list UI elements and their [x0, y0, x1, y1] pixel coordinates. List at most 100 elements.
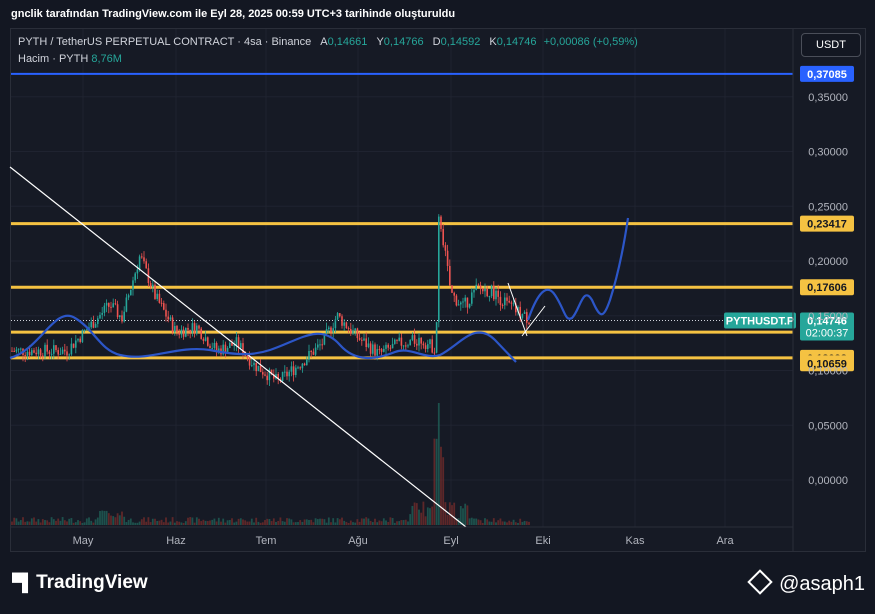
candle-body [202, 338, 205, 341]
volume-bar [182, 522, 185, 525]
volume-bar [261, 522, 264, 525]
volume-bar [173, 522, 176, 525]
candle-body [138, 256, 141, 270]
candle-body [299, 367, 301, 369]
volume-bar [506, 522, 508, 525]
candle-body [15, 349, 18, 352]
volume-bar [433, 438, 436, 525]
candle-body [431, 339, 433, 353]
volume-bar [297, 522, 299, 525]
candle-body [35, 352, 37, 355]
volume-bar [514, 522, 517, 525]
candle-body [446, 250, 449, 266]
y-tick-label: 0,05000 [808, 420, 848, 432]
volume-bar [424, 516, 427, 525]
candle-body [121, 315, 123, 322]
volume-bar [382, 518, 385, 525]
candle-body [330, 327, 332, 333]
volume-bar [349, 520, 352, 525]
volume-bar [35, 521, 38, 525]
candle-body [343, 322, 345, 326]
volume-bar [215, 521, 218, 525]
candle-body [396, 339, 398, 341]
volume-bar [184, 521, 187, 525]
candle-body [336, 313, 339, 320]
volume-bar [528, 521, 530, 525]
volume-bar [442, 457, 445, 525]
volume-bar [266, 518, 269, 525]
price-chart[interactable]: 0,370850,234170,176060,145950,130930,106… [0, 0, 875, 614]
volume-bar [59, 520, 62, 525]
candle-body [418, 337, 420, 346]
candle-body [374, 344, 376, 356]
candle-body [37, 349, 40, 355]
candle-body [11, 350, 13, 352]
volume-bar [22, 517, 24, 525]
volume-bar [88, 517, 90, 525]
candle-body [380, 349, 383, 352]
candle-body [108, 302, 110, 307]
candle-body [160, 302, 163, 304]
x-tick-label: May [73, 535, 94, 547]
candle-body [455, 295, 458, 306]
volume-bar [409, 514, 412, 525]
tradingview-logo[interactable]: ▀▌ TradingView [12, 572, 148, 594]
candle-body [490, 285, 493, 297]
volume-bar [464, 503, 467, 525]
volume-bar [257, 521, 260, 525]
candle-body [24, 355, 26, 357]
candle-body [310, 351, 312, 353]
candle-body [356, 328, 359, 339]
x-tick-label: Kas [626, 535, 645, 547]
candle-body [358, 338, 361, 340]
volume-bar [233, 522, 236, 525]
candle-body [528, 322, 530, 325]
volume-bar [481, 522, 484, 525]
volume-bar [132, 522, 134, 525]
volume-bar [118, 515, 121, 525]
volume-bar [127, 519, 130, 525]
volume-bar [94, 519, 97, 525]
candle-body [444, 245, 447, 251]
volume-bar [475, 518, 478, 525]
currency-button[interactable]: USDT [801, 33, 861, 57]
candle-body [471, 292, 473, 304]
volume-bar [99, 510, 101, 525]
symbol-label: PYTHUSDT.P [726, 316, 794, 328]
volume-bar [391, 518, 394, 525]
candle-body [411, 335, 414, 340]
high-label: Y [376, 36, 384, 48]
candle-body [510, 302, 513, 304]
candle-body [39, 349, 42, 356]
y-tick-label: 0,20000 [808, 256, 848, 268]
candle-body [28, 351, 31, 356]
volume-bar [167, 522, 170, 525]
volume-bar [330, 522, 332, 525]
candle-body [211, 347, 213, 349]
candle-body [429, 339, 431, 345]
volume-bar [358, 521, 361, 525]
candle-body [255, 362, 257, 372]
volume-bar [314, 518, 317, 525]
legend-symbol: PYTH / TetherUS PERPETUAL CONTRACT · 4sa… [18, 36, 312, 48]
volume-bar [158, 520, 161, 525]
volume-bar [281, 521, 284, 525]
volume-bar [488, 521, 491, 525]
volume-bar [371, 522, 374, 525]
volume-bar [224, 522, 227, 525]
candle-body [196, 325, 198, 334]
candle-body [266, 375, 268, 381]
candle-body [521, 313, 524, 318]
volume-bar [385, 520, 387, 525]
volume-bar [96, 517, 99, 525]
volume-bar [41, 519, 44, 525]
volume-bar [107, 513, 110, 525]
volume-bar [484, 518, 486, 525]
candle-body [31, 350, 33, 356]
candle-body [171, 317, 174, 333]
candle-body [321, 344, 323, 346]
volume-bar [275, 521, 277, 525]
volume-bar [402, 520, 405, 525]
volume-bar [162, 522, 165, 525]
level-label: 0,17606 [807, 282, 847, 294]
